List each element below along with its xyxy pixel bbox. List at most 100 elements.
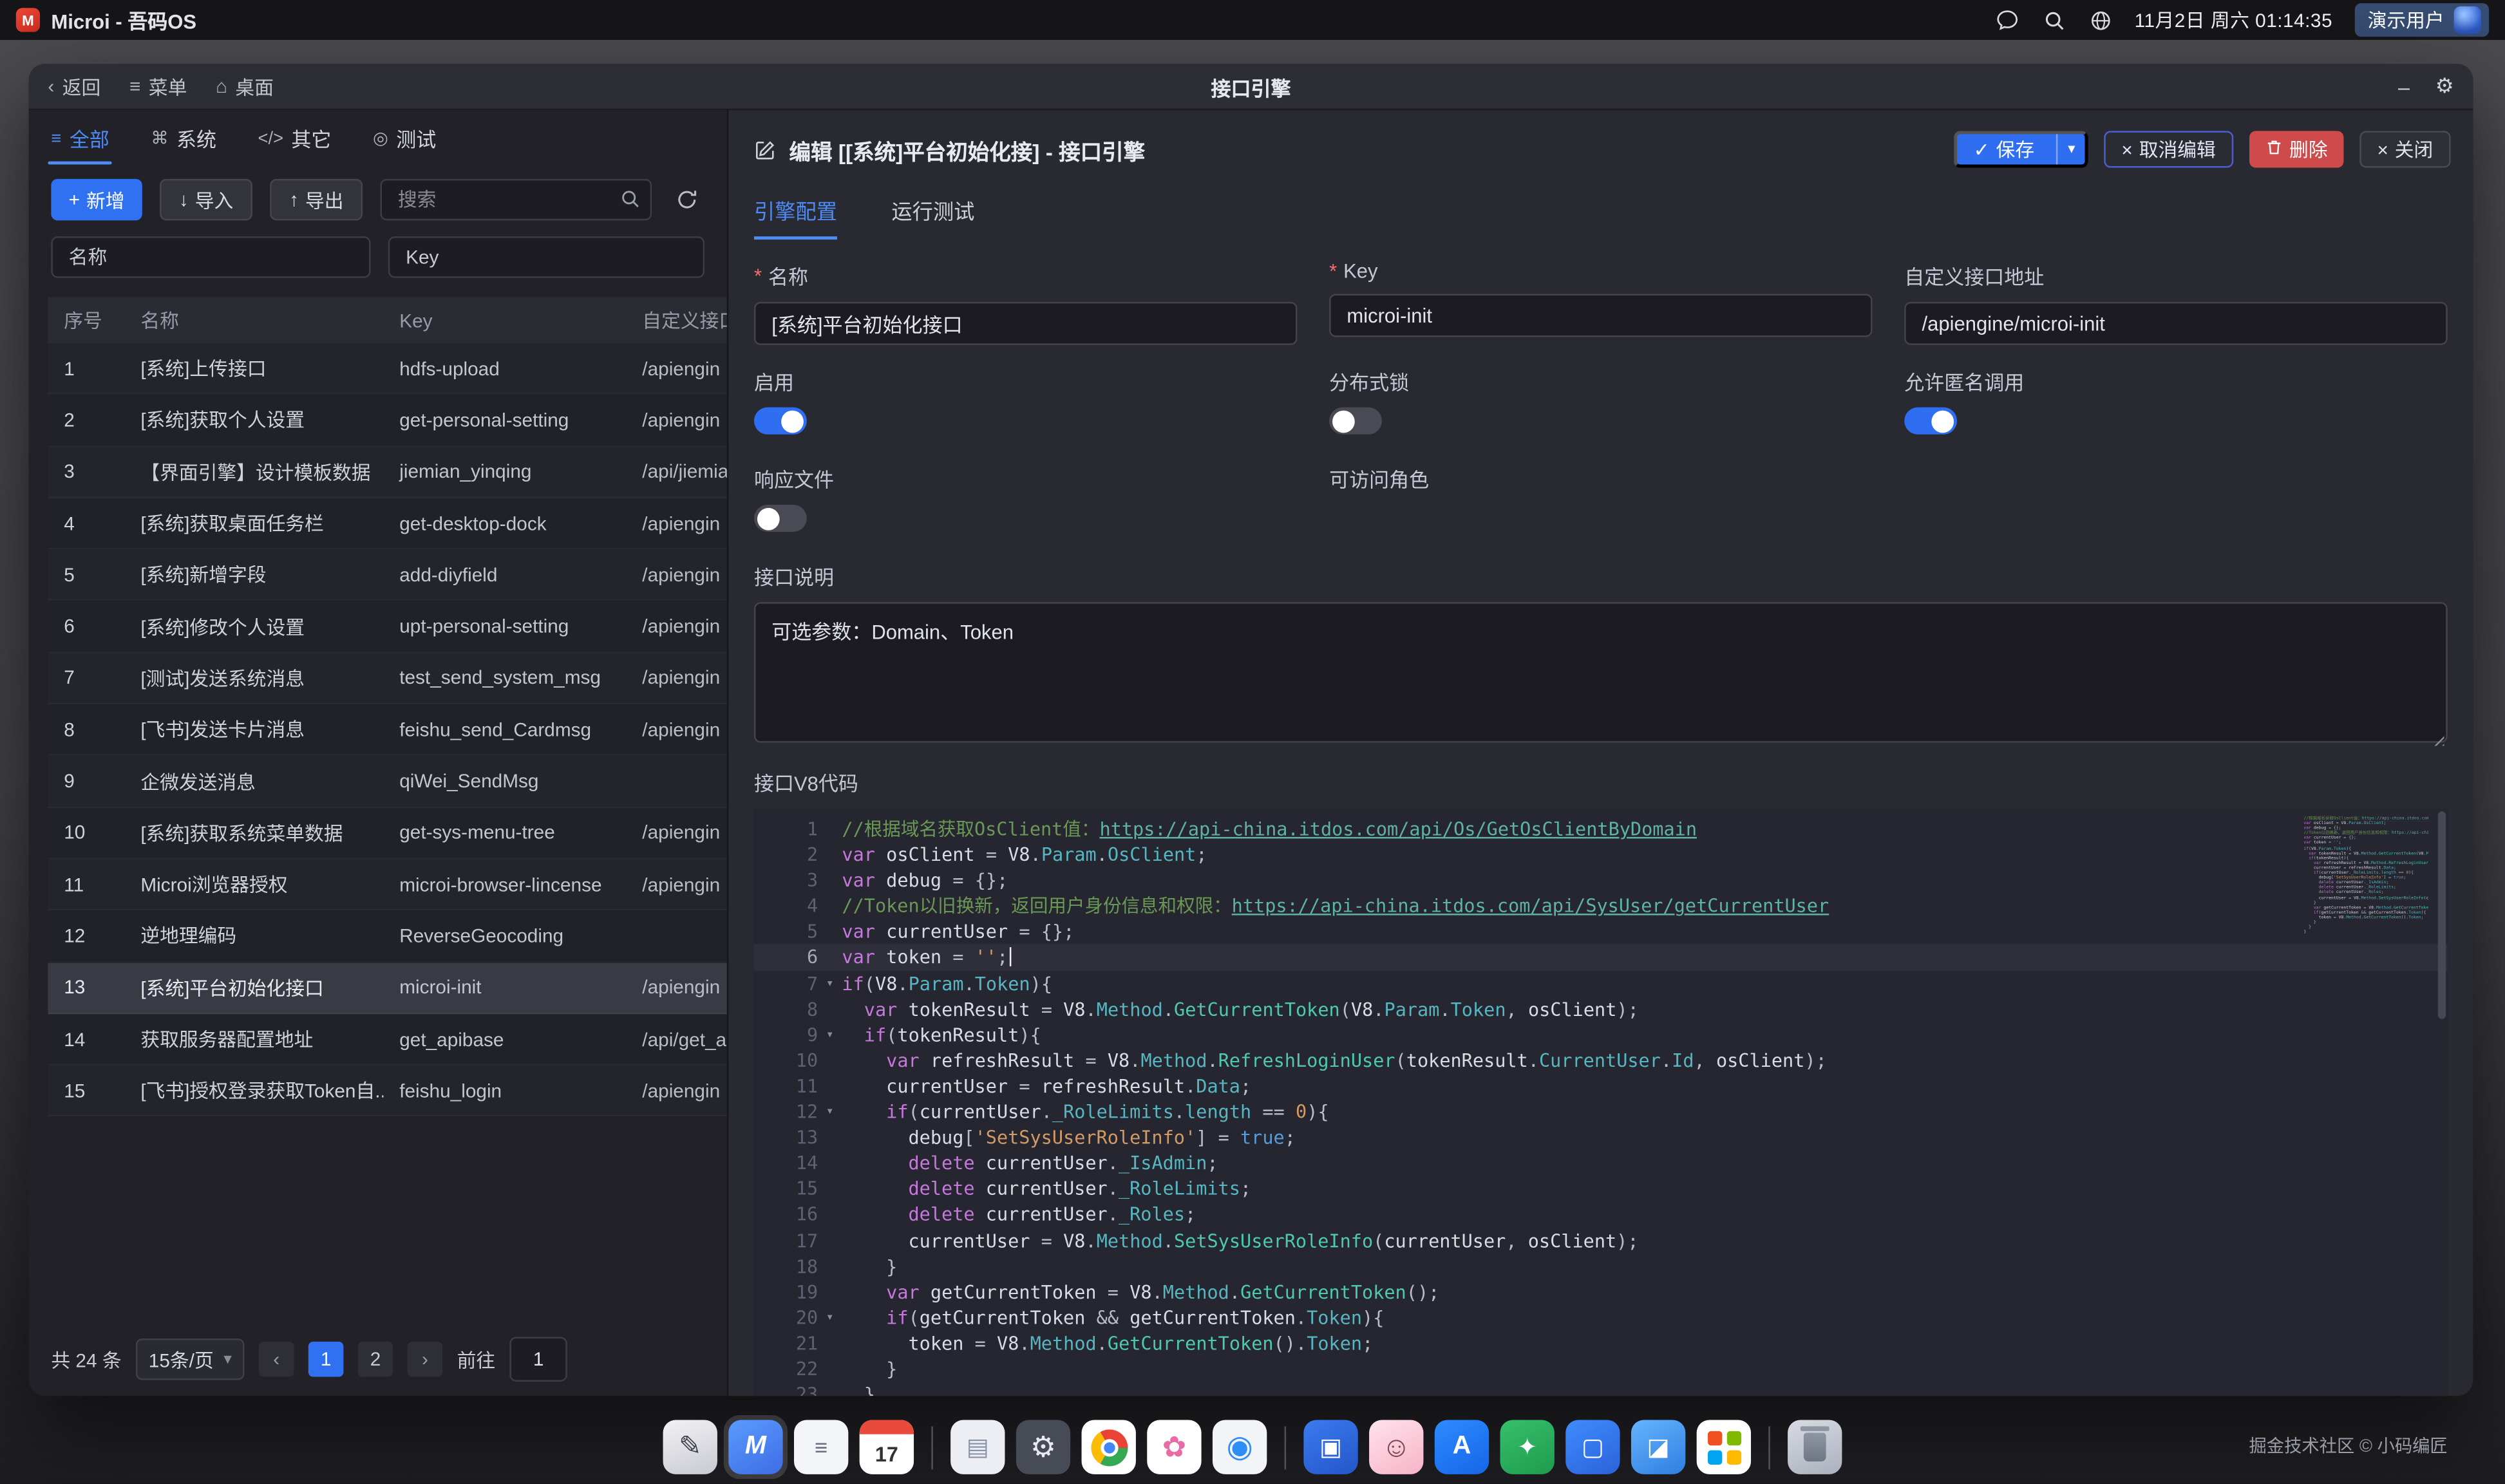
search-input[interactable]	[381, 179, 652, 221]
tab-engine-config[interactable]: 引擎配置	[754, 195, 837, 240]
design-tool-app-icon[interactable]: ✎	[663, 1420, 717, 1474]
import-button[interactable]: ↓ 导入	[160, 179, 252, 221]
save-button[interactable]: ✓ 保存 ▾	[1954, 131, 2088, 167]
response-file-toggle[interactable]	[754, 505, 807, 532]
chrome-browser-icon[interactable]	[1082, 1420, 1136, 1474]
table-row[interactable]: 10[系统]获取系统菜单数据get-sys-menu-tree/apiengin	[48, 808, 726, 859]
code-line-7[interactable]: 7▾if(V8.Param.Token){	[754, 970, 2448, 996]
table-row[interactable]: 2[系统]获取个人设置get-personal-setting/apiengin	[48, 395, 726, 447]
code-line-13[interactable]: 13 debug['SetSysUserRoleInfo'] = true;	[754, 1125, 2448, 1151]
appstore-app-icon[interactable]: A	[1435, 1420, 1489, 1474]
avatar-app-icon[interactable]: ☺	[1369, 1420, 1423, 1474]
search-icon[interactable]	[2042, 8, 2066, 32]
media-app-icon[interactable]: ◪	[1631, 1420, 1685, 1474]
fold-icon[interactable]: ▾	[818, 1099, 842, 1125]
code-line-4[interactable]: 4//Token以旧换新，返回用户身份信息和权限：https://api-chi…	[754, 894, 2448, 919]
globe-icon[interactable]	[2088, 8, 2112, 32]
page-button-2[interactable]: 2	[358, 1342, 393, 1377]
table-row[interactable]: 6[系统]修改个人设置upt-personal-setting/apiengin	[48, 601, 726, 653]
code-line-1[interactable]: 1//根据域名获取OsClient值：https://api-china.itd…	[754, 816, 2448, 842]
add-button[interactable]: + 新增	[51, 179, 142, 221]
cancel-edit-button[interactable]: × 取消编辑	[2104, 131, 2233, 167]
delete-button[interactable]: 删除	[2249, 131, 2343, 167]
table-row[interactable]: 8[飞书]发送卡片消息feishu_send_Cardmsg/apiengin	[48, 704, 726, 756]
tab-all[interactable]: ≡ 全部	[51, 123, 109, 165]
page-size-select[interactable]: 15条/页 ▾	[136, 1338, 245, 1380]
table-row[interactable]: 11Microi浏览器授权microi-browser-lincense/api…	[48, 859, 726, 911]
goto-page-input[interactable]	[510, 1337, 567, 1381]
code-line-10[interactable]: 10 var refreshResult = V8.Method.Refresh…	[754, 1047, 2448, 1073]
code-line-14[interactable]: 14 delete currentUser._IsAdmin;	[754, 1151, 2448, 1176]
key-filter-input[interactable]	[388, 236, 704, 278]
code-line-2[interactable]: 2var osClient = V8.Param.OsClient;	[754, 842, 2448, 868]
table-row[interactable]: 7[测试]发送系统消息test_send_system_msg/apiengin	[48, 653, 726, 704]
user-chip[interactable]: 演示用户	[2355, 3, 2489, 37]
name-field[interactable]	[754, 302, 1297, 345]
fold-icon[interactable]: ▾	[818, 1304, 842, 1330]
table-row[interactable]: 15[飞书]授权登录获取Token自...feishu_login/apieng…	[48, 1066, 726, 1117]
code-line-16[interactable]: 16 delete currentUser._Roles;	[754, 1202, 2448, 1228]
tab-system[interactable]: ⌘ 系统	[151, 123, 216, 165]
code-line-6[interactable]: 6var token = '';	[754, 944, 2448, 970]
close-button[interactable]: × 关闭	[2359, 131, 2450, 167]
code-line-23[interactable]: 23 }	[754, 1382, 2448, 1396]
code-line-19[interactable]: 19 var getCurrentToken = V8.Method.GetCu…	[754, 1279, 2448, 1304]
game-app-icon[interactable]: ✦	[1500, 1420, 1555, 1474]
code-line-17[interactable]: 17 currentUser = V8.Method.SetSysUserRol…	[754, 1228, 2448, 1254]
code-line-3[interactable]: 3var debug = {};	[754, 868, 2448, 894]
remote-desktop-app-icon[interactable]: ▢	[1565, 1420, 1620, 1474]
fold-icon[interactable]: ▾	[818, 970, 842, 996]
app-grid-icon[interactable]	[1697, 1420, 1751, 1474]
desktop-button[interactable]: ⌂ 桌面	[216, 73, 274, 100]
table-row[interactable]: 14获取服务器配置地址get_apibase/api/get_a	[48, 1014, 726, 1066]
trash-icon[interactable]	[1788, 1420, 1842, 1474]
table-row[interactable]: 9企微发送消息qiWei_SendMsg	[48, 756, 726, 807]
back-button[interactable]: ‹ 返回	[48, 73, 100, 100]
custom-url-field[interactable]	[1904, 302, 2447, 345]
files-app-icon[interactable]: ▤	[950, 1420, 1005, 1474]
code-line-12[interactable]: 12▾ if(currentUser._RoleLimits.length ==…	[754, 1099, 2448, 1125]
code-line-5[interactable]: 5var currentUser = {};	[754, 919, 2448, 944]
export-button[interactable]: ↑ 导出	[270, 179, 363, 221]
clock[interactable]: 11月2日 周六 01:14:35	[2135, 6, 2332, 33]
tab-other[interactable]: </> 其它	[258, 123, 332, 165]
name-filter-input[interactable]	[51, 236, 370, 278]
scrollbar-thumb[interactable]	[2438, 811, 2446, 1019]
menu-button[interactable]: ≡ 菜单	[129, 73, 187, 100]
code-line-15[interactable]: 15 delete currentUser._RoleLimits;	[754, 1176, 2448, 1202]
compass-browser-icon[interactable]: ◉	[1213, 1420, 1267, 1474]
editor-scrollbar[interactable]	[2435, 808, 2448, 1396]
tab-run-test[interactable]: 运行测试	[891, 195, 974, 240]
code-line-11[interactable]: 11 currentUser = refreshResult.Data;	[754, 1073, 2448, 1099]
minimize-button[interactable]: –	[2398, 74, 2410, 98]
code-line-8[interactable]: 8 var tokenResult = V8.Method.GetCurrent…	[754, 996, 2448, 1022]
enabled-toggle[interactable]	[754, 408, 807, 435]
fold-icon[interactable]: ▾	[818, 1022, 842, 1047]
tab-test[interactable]: ◎ 测试	[373, 123, 436, 165]
distributed-lock-toggle[interactable]	[1329, 408, 1382, 435]
code-line-22[interactable]: 22 }	[754, 1356, 2448, 1382]
microi-app-icon[interactable]: M	[728, 1420, 782, 1474]
calendar-app-icon[interactable]: 17	[860, 1420, 914, 1474]
code-line-9[interactable]: 9▾ if(tokenResult){	[754, 1022, 2448, 1047]
key-field[interactable]	[1329, 294, 1872, 337]
table-row[interactable]: 5[系统]新增字段add-diyfield/apiengin	[48, 550, 726, 601]
chat-icon[interactable]	[1996, 8, 2019, 32]
table-row[interactable]: 12逆地理编码ReverseGeocoding	[48, 911, 726, 963]
refresh-icon[interactable]	[669, 182, 704, 218]
code-line-18[interactable]: 18 }	[754, 1253, 2448, 1279]
settings-app-icon[interactable]: ⚙	[1016, 1420, 1070, 1474]
page-button-1[interactable]: 1	[308, 1342, 344, 1377]
anonymous-toggle[interactable]	[1904, 408, 1957, 435]
code-line-21[interactable]: 21 token = V8.Method.GetCurrentToken().T…	[754, 1330, 2448, 1356]
description-textarea[interactable]: 可选参数：Domain、Token	[754, 602, 2448, 742]
minimap[interactable]: //根据域名获取OsClient值：https://api-china.itdo…	[2303, 816, 2428, 935]
prev-page-button[interactable]: ‹	[259, 1342, 294, 1377]
window-settings-button[interactable]: ⚙	[2435, 73, 2454, 99]
table-row[interactable]: 1[系统]上传接口hdfs-upload/apiengin	[48, 343, 726, 395]
dev-box-app-icon[interactable]: ▣	[1303, 1420, 1357, 1474]
photos-app-icon[interactable]: ✿	[1147, 1420, 1201, 1474]
code-line-20[interactable]: 20▾ if(getCurrentToken && getCurrentToke…	[754, 1304, 2448, 1330]
next-page-button[interactable]: ›	[408, 1342, 443, 1377]
v8-code-editor[interactable]: 1//根据域名获取OsClient值：https://api-china.itd…	[754, 808, 2448, 1396]
